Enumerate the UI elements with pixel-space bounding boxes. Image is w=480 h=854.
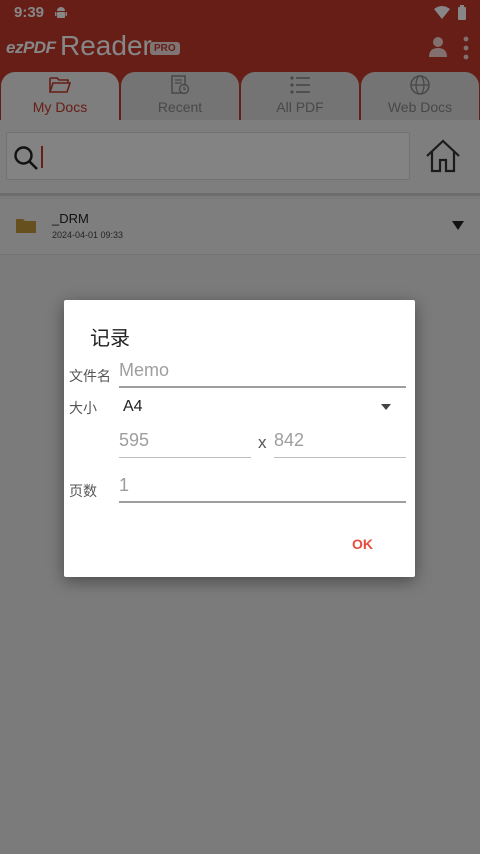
ok-button[interactable]: OK — [352, 536, 373, 552]
pages-label: 页数 — [69, 483, 97, 499]
size-label: 大小 — [69, 400, 97, 416]
chevron-down-icon[interactable] — [381, 404, 391, 410]
size-select[interactable]: A4 — [123, 398, 143, 416]
new-memo-dialog: 记录 文件名 Memo 大小 A4 595 x 842 页数 1 OK — [64, 300, 415, 577]
times-sign: x — [258, 433, 267, 452]
dialog-title: 记录 — [90, 328, 130, 350]
width-field[interactable]: 595 — [119, 428, 251, 458]
height-field[interactable]: 842 — [274, 428, 406, 458]
file-name-field[interactable]: Memo — [119, 358, 406, 388]
file-name-label: 文件名 — [69, 368, 111, 384]
pages-field[interactable]: 1 — [119, 473, 406, 503]
